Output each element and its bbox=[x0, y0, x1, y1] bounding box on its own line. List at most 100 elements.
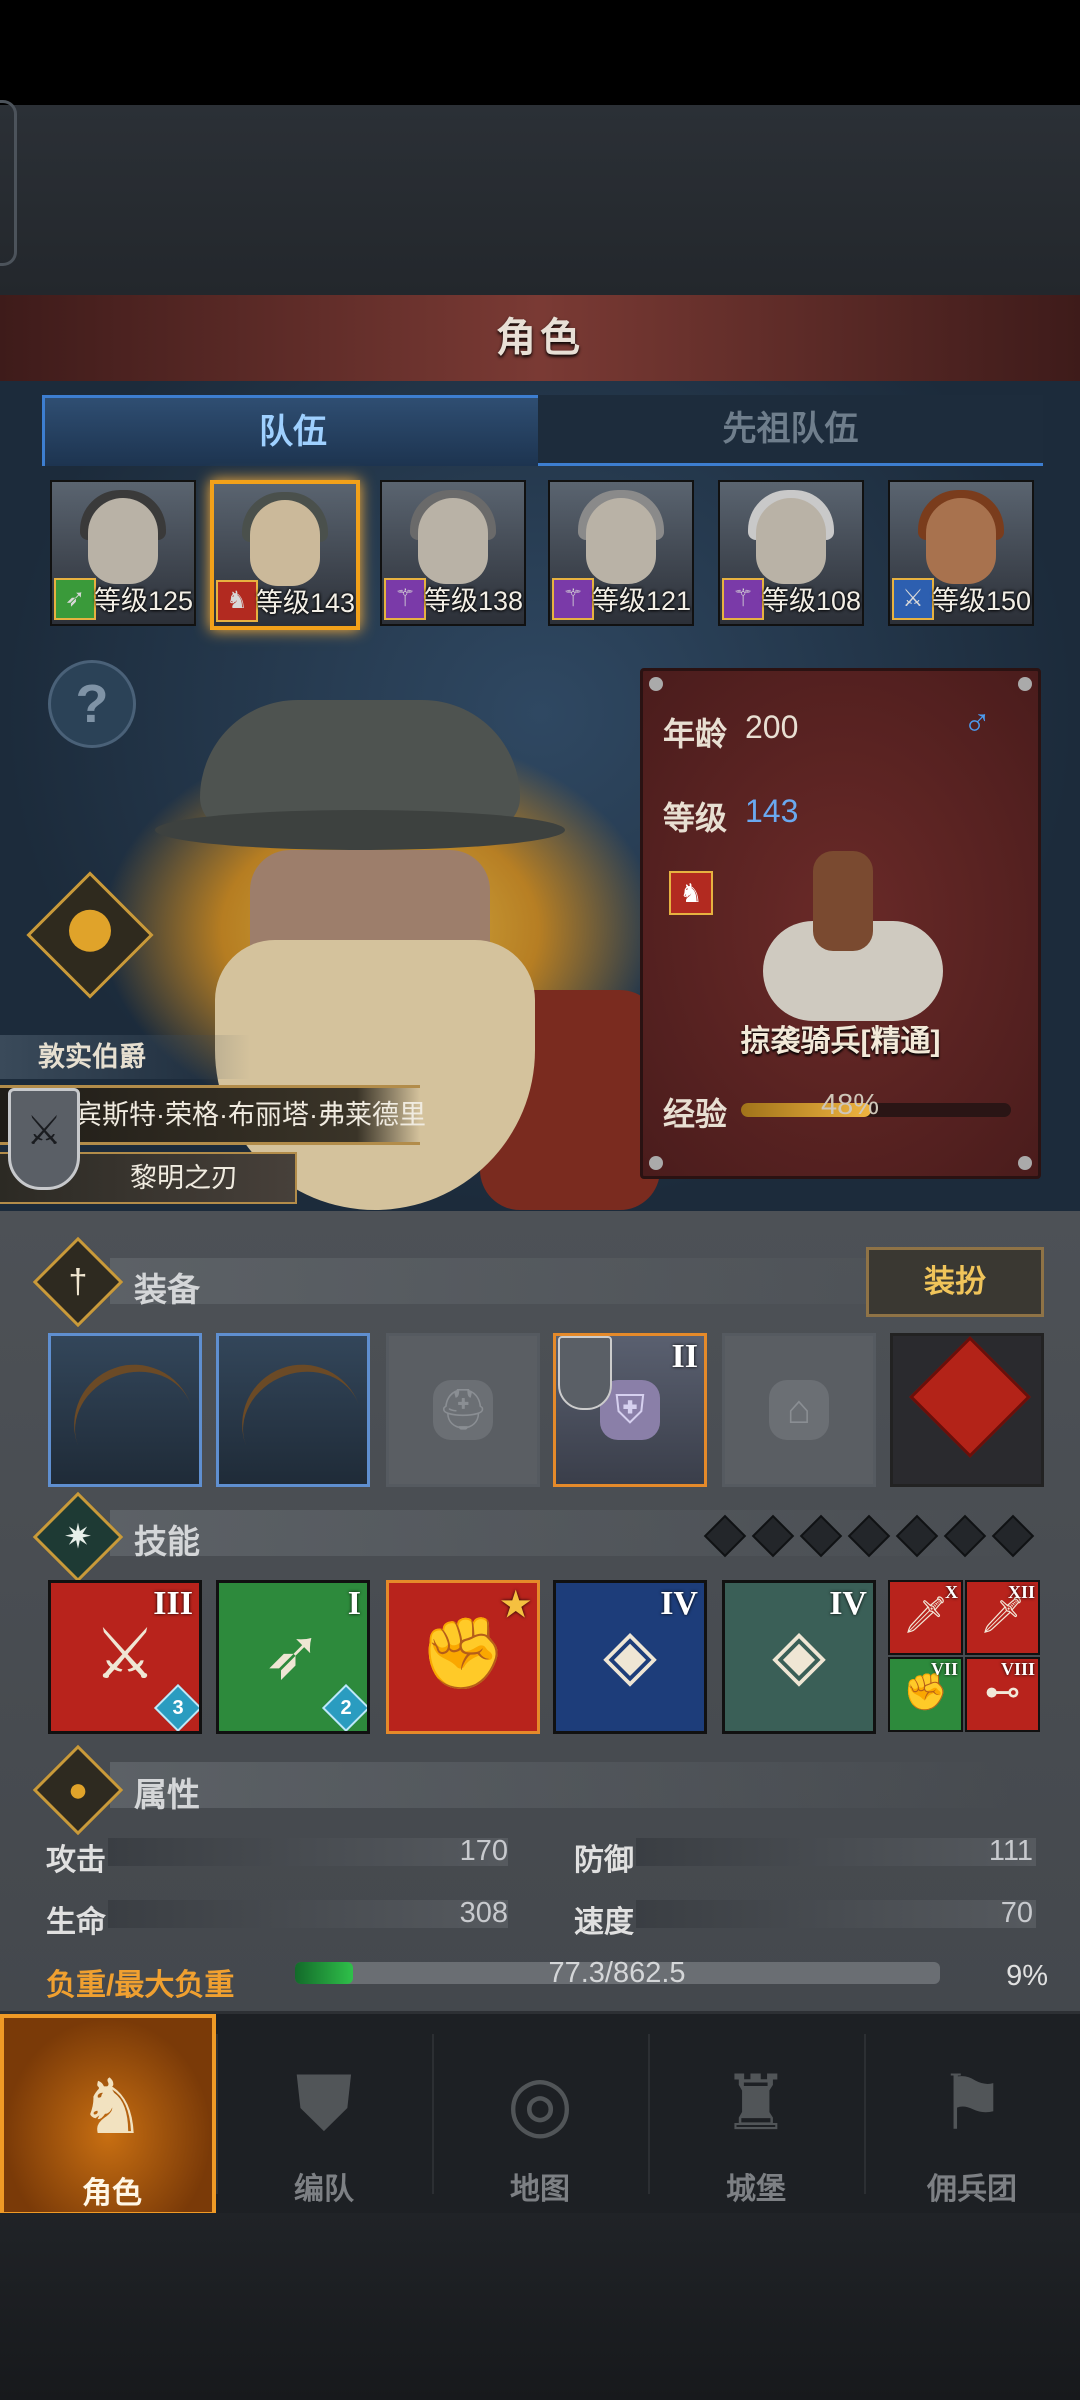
armor-tier: II bbox=[671, 1338, 698, 1375]
exp-label: 经验 bbox=[663, 1096, 728, 1132]
hero-portrait[interactable]: ⚔ 等级150 bbox=[888, 480, 1034, 626]
rivet bbox=[1018, 677, 1032, 691]
passive-skill[interactable]: 🗡 X bbox=[888, 1580, 963, 1655]
speed-value: 70 bbox=[1000, 1897, 1033, 1929]
skill-tier: III bbox=[153, 1585, 193, 1622]
bow-icon bbox=[57, 1347, 197, 1463]
knot-charm-icon bbox=[909, 1336, 1031, 1458]
unit-illustration bbox=[753, 831, 943, 1031]
character-info-card: 年龄 200 ♂ 等级 143 ♞ 掠袭骑兵[精通] 经验 48% bbox=[640, 668, 1041, 1179]
weapon-slot[interactable] bbox=[48, 1333, 202, 1487]
skill-tier: VIII bbox=[1000, 1659, 1035, 1679]
helmet-slot[interactable]: ⛑ bbox=[386, 1333, 540, 1487]
hero-portrait[interactable]: ⚚ 等级138 bbox=[380, 480, 526, 626]
nav-label: 佣兵团 bbox=[927, 2173, 1017, 2206]
rank-text: 敦实伯爵 bbox=[38, 1042, 146, 1072]
hero-portrait[interactable]: ➶ 等级125 bbox=[50, 480, 196, 626]
horse-icon: ♞ bbox=[669, 871, 713, 915]
hero-level: 等级108 bbox=[762, 586, 862, 616]
skill-tier: XII bbox=[1007, 1582, 1035, 1602]
hero-level: 等级150 bbox=[932, 586, 1032, 616]
section-band bbox=[110, 1762, 1010, 1808]
load-percent: 9% bbox=[1006, 1960, 1048, 1992]
hero-face bbox=[586, 498, 656, 584]
help-icon[interactable]: ? bbox=[48, 660, 136, 748]
weapon-slot[interactable] bbox=[216, 1333, 370, 1487]
accessory-slot[interactable] bbox=[890, 1333, 1044, 1487]
horse-icon: ♞ bbox=[216, 580, 258, 622]
skill-tier: IV bbox=[829, 1585, 867, 1622]
character-name: 宾斯特·荣格·布丽塔·弗莱德里 bbox=[75, 1100, 426, 1130]
boots-slot[interactable]: ⌂ bbox=[722, 1333, 876, 1487]
unit-rider bbox=[813, 851, 873, 951]
load-label: 负重/最大负重 bbox=[46, 1969, 235, 2002]
level-value: 143 bbox=[745, 793, 799, 829]
top-frame bbox=[0, 105, 1080, 295]
dress-button[interactable]: 装扮 bbox=[866, 1247, 1044, 1317]
compass-map-icon: ◎ bbox=[506, 2061, 574, 2146]
knight-icon: ♞ bbox=[77, 2065, 147, 2150]
skill-slot[interactable]: ➶ I 2 bbox=[216, 1580, 370, 1734]
armor-slot[interactable]: ⛨ II bbox=[553, 1333, 707, 1487]
hero-portrait[interactable]: ⚚ 等级108 bbox=[718, 480, 864, 626]
hero-portrait[interactable]: ⚚ 等级121 bbox=[548, 480, 694, 626]
status-bar-area bbox=[0, 0, 1080, 105]
passive-skill[interactable]: 🗡 XII bbox=[965, 1580, 1040, 1655]
nav-map[interactable]: ◎ 地图 bbox=[432, 2014, 648, 2216]
hero-roster: ➶ 等级125 ♞ 等级143 ⚚ 等级138 ⚚ 等级121 ⚚ 等级108 … bbox=[50, 480, 1040, 630]
hp-label: 生命 bbox=[46, 1906, 106, 1939]
bottom-frame bbox=[0, 2213, 1080, 2400]
passive-skill[interactable]: ⊷ VIII bbox=[965, 1657, 1040, 1732]
passive-skill[interactable]: ✊ VII bbox=[888, 1657, 963, 1732]
hero-portrait-selected[interactable]: ♞ 等级143 bbox=[210, 480, 360, 630]
load-value: 77.3/862.5 bbox=[548, 1957, 686, 1989]
page-title: 角色 bbox=[496, 316, 584, 360]
load-bar-fill bbox=[295, 1962, 354, 1984]
skill-charge-count: 2 bbox=[340, 1697, 352, 1719]
helmet-icon: ⛑ bbox=[433, 1380, 493, 1440]
hero-face bbox=[926, 498, 996, 584]
skill-slot[interactable]: ✊ ★ bbox=[386, 1580, 540, 1734]
skill-slot[interactable]: ◈ IV bbox=[722, 1580, 876, 1734]
age-value: 200 bbox=[745, 709, 799, 745]
level-label: 等级 bbox=[663, 800, 728, 836]
skill-star: ★ bbox=[500, 1587, 531, 1624]
skill-tier: VII bbox=[930, 1659, 958, 1679]
nav-formation[interactable]: ⛊ 编队 bbox=[216, 2014, 432, 2216]
skill-slot[interactable]: ⚔ III 3 bbox=[48, 1580, 202, 1734]
tab-ancestor-team[interactable]: 先祖队伍 bbox=[538, 395, 1043, 466]
nav-character[interactable]: ♞ 角色 bbox=[0, 2014, 216, 2216]
page-title-band: 角色 bbox=[0, 295, 1080, 384]
nav-mercenary[interactable]: ⚑ 佣兵团 bbox=[864, 2014, 1080, 2216]
hero-face bbox=[756, 498, 826, 584]
skill-tier: I bbox=[347, 1585, 361, 1622]
nav-label: 地图 bbox=[510, 2173, 570, 2206]
staff-icon: ⚚ bbox=[384, 578, 426, 620]
male-gender-icon: ♂ bbox=[963, 701, 992, 743]
speed-label: 速度 bbox=[574, 1906, 634, 1939]
tab-team[interactable]: 队伍 bbox=[42, 395, 544, 466]
staff-icon: ⚚ bbox=[722, 578, 764, 620]
bow-icon bbox=[225, 1347, 365, 1463]
skill-slot[interactable]: ◈ IV bbox=[553, 1580, 707, 1734]
nav-castle[interactable]: ♜ 城堡 bbox=[648, 2014, 864, 2216]
sword-strike-icon: ⚔ bbox=[93, 1615, 157, 1693]
crystal-hand-icon: ◈ bbox=[772, 1615, 826, 1693]
section-title-skills: 技能 bbox=[134, 1523, 200, 1560]
bow-shot-icon: ➶ bbox=[263, 1615, 323, 1693]
formation-icon: ⛊ bbox=[295, 2061, 353, 2146]
castle-icon: ♜ bbox=[721, 2061, 791, 2146]
hero-face bbox=[418, 498, 488, 584]
side-drawer-handle[interactable] bbox=[0, 100, 17, 266]
hero-level: 等级121 bbox=[592, 586, 692, 616]
hero-level: 等级125 bbox=[94, 586, 194, 616]
defense-label: 防御 bbox=[574, 1844, 634, 1877]
hp-value: 308 bbox=[459, 1897, 508, 1929]
faction-crest-icon[interactable]: ⚔ bbox=[8, 1088, 80, 1190]
crystal-sword-icon: ◈ bbox=[603, 1615, 657, 1693]
crest-emblem: ⚔ bbox=[26, 1109, 62, 1153]
skill-charge-count: 3 bbox=[172, 1697, 184, 1719]
bow-icon: ➶ bbox=[54, 578, 96, 620]
age-label: 年龄 bbox=[663, 716, 728, 752]
section-title-attributes: 属性 bbox=[134, 1776, 200, 1813]
